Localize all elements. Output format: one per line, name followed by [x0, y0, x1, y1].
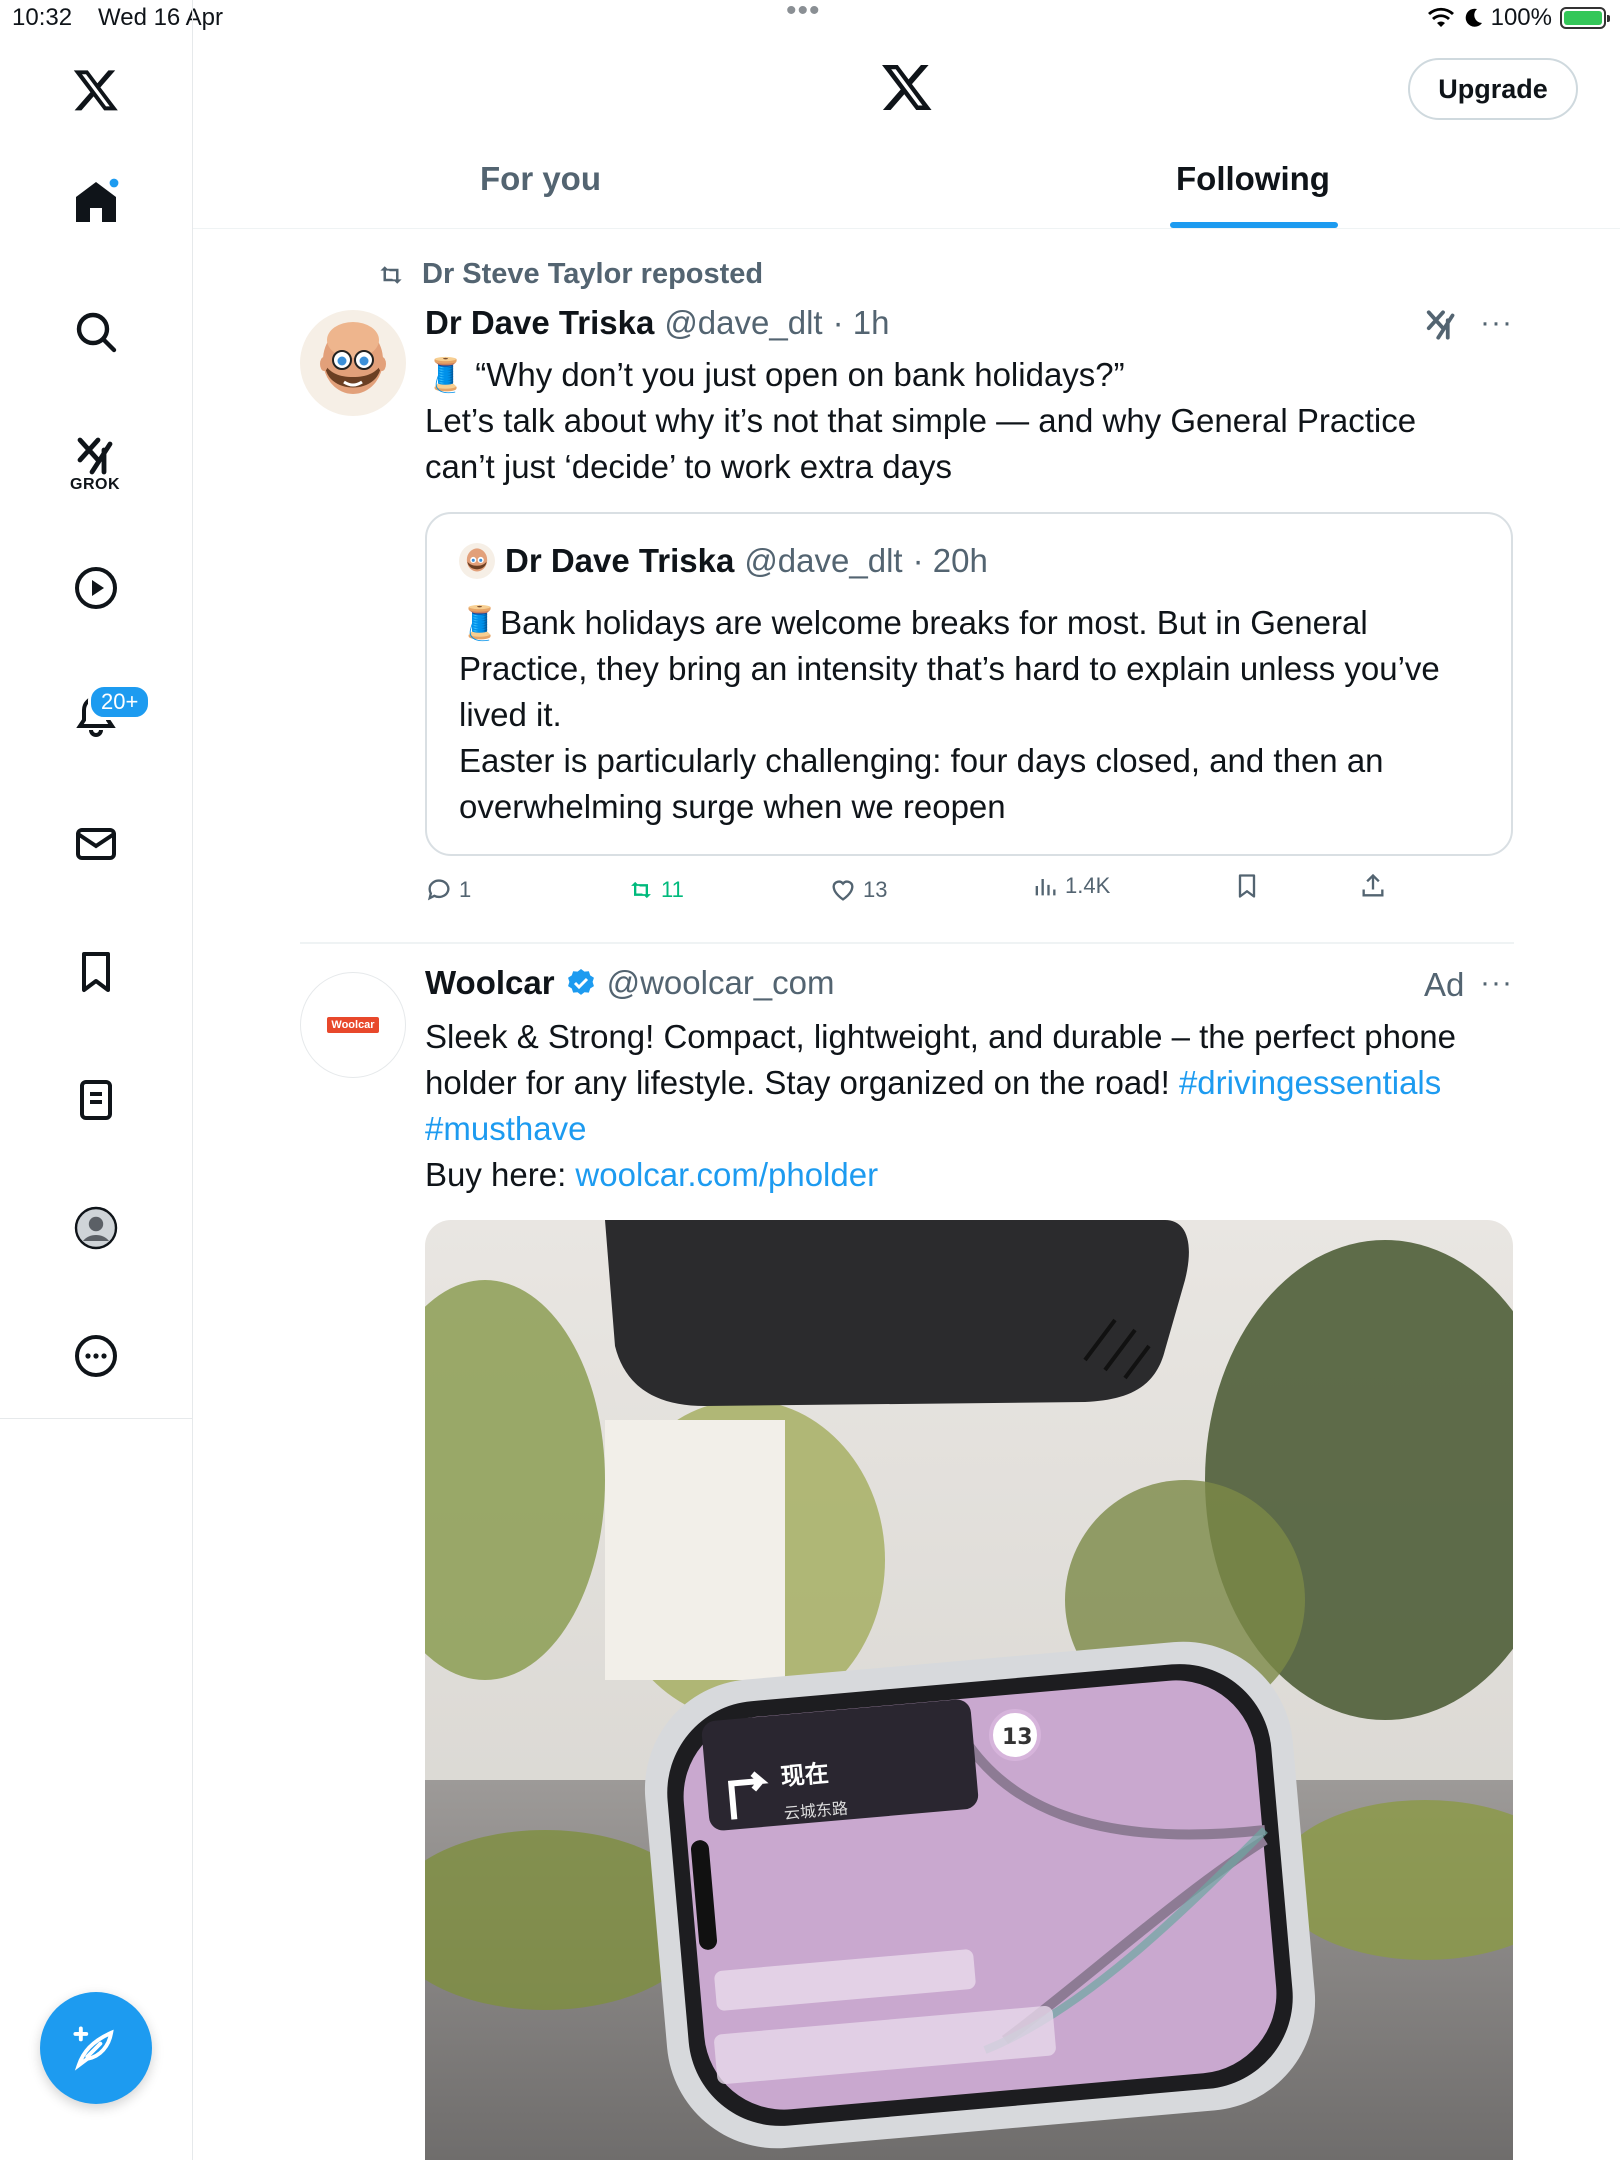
- grok-label: GROK: [70, 476, 120, 493]
- messages-icon[interactable]: [56, 804, 136, 884]
- ad-text-line: Buy here: woolcar.com/pholder: [425, 1152, 1515, 1198]
- advertiser-name[interactable]: Woolcar: [425, 964, 555, 1002]
- views-chart-icon: [1035, 879, 1056, 896]
- sidebar-nav: GROK 20+: [0, 0, 193, 2160]
- hashtag-link[interactable]: #musthave: [425, 1110, 586, 1147]
- ad-video-media[interactable]: 现在 云城东路 13: [425, 1220, 1513, 2160]
- status-indicators: 100%: [1427, 4, 1610, 32]
- quoted-author-handle: @dave_dlt: [744, 542, 903, 579]
- repost-label: Dr Steve Taylor reposted: [422, 258, 764, 290]
- wifi-icon: [1427, 7, 1454, 27]
- feather-plus-icon: [73, 2026, 114, 2071]
- like-button[interactable]: 13: [829, 876, 887, 904]
- quoted-text-line: overwhelming surge when we reopen: [459, 788, 1006, 825]
- lists-icon[interactable]: [56, 1060, 136, 1140]
- ad-text: Sleek & Strong! Compact, lightweight, an…: [425, 1014, 1515, 1198]
- nav-instruction-text: 现在: [780, 1759, 830, 1791]
- ad-text-segment: holder for any lifestyle. Stay organized…: [425, 1064, 1179, 1101]
- ad-url-link[interactable]: woolcar.com/pholder: [575, 1156, 878, 1193]
- grok-explain-icon[interactable]: [1424, 306, 1462, 349]
- status-bar: 10:32 Wed 16 Apr ••• 100%: [0, 0, 1620, 40]
- post-text-line: 🧵 “Why don’t you just open on bank holid…: [425, 356, 1125, 393]
- x-logo-icon[interactable]: [56, 50, 136, 130]
- quoted-text-line: Easter is particularly challenging: four…: [459, 742, 1384, 779]
- speed-indicator-text: 13: [1002, 1725, 1033, 1750]
- battery-icon: [1560, 7, 1610, 29]
- hashtag-link[interactable]: #drivingessentials: [1179, 1064, 1441, 1101]
- profile-avatar-icon[interactable]: [56, 1188, 136, 1268]
- heart-icon: [832, 880, 854, 901]
- post-text-line: can’t just ‘decide’ to work extra days: [425, 448, 953, 485]
- share-button[interactable]: [1359, 872, 1387, 900]
- tab-for-you[interactable]: For you: [480, 160, 601, 198]
- reply-button[interactable]: 1: [425, 876, 471, 904]
- video-icon[interactable]: [56, 548, 136, 628]
- ad-text-line: holder for any lifestyle. Stay organized…: [425, 1060, 1515, 1106]
- ad-header: Woolcar @woolcar_com: [425, 964, 835, 1002]
- ad-more-icon[interactable]: ···: [1480, 966, 1513, 1000]
- quoted-text-line: 🧵Bank holidays are welcome breaks for mo…: [459, 604, 1368, 641]
- battery-percent: 100%: [1490, 4, 1552, 31]
- like-count: 13: [863, 877, 888, 902]
- buy-prefix: Buy here:: [425, 1156, 576, 1193]
- author-avatar[interactable]: [300, 310, 406, 416]
- upgrade-button[interactable]: Upgrade: [1408, 58, 1578, 120]
- repost-icon: [380, 265, 402, 284]
- more-options-icon[interactable]: [56, 1316, 136, 1396]
- ad-text-line: Sleek & Strong! Compact, lightweight, an…: [425, 1018, 1456, 1055]
- ad-label: Ad: [1424, 966, 1465, 1003]
- quoted-post-text: 🧵Bank holidays are welcome breaks for mo…: [459, 600, 1489, 830]
- ad-text-line: #musthave: [425, 1106, 1515, 1152]
- moon-icon: [1465, 8, 1482, 27]
- repost-icon: [631, 881, 651, 899]
- quoted-text-line: lived it.: [459, 696, 562, 733]
- post-time[interactable]: · 1h: [833, 304, 890, 342]
- bookmarks-icon[interactable]: [56, 932, 136, 1012]
- reply-count: 1: [459, 877, 472, 902]
- sidebar-divider: [0, 1418, 192, 1419]
- verified-badge-icon: [567, 969, 594, 995]
- quoted-author-name: Dr Dave Triska: [505, 542, 735, 579]
- quoted-text-line: Practice, they bring an intensity that’s…: [459, 650, 1440, 687]
- header-divider: [193, 228, 1620, 229]
- repost-count: 11: [661, 877, 684, 902]
- quoted-post-card[interactable]: Dr Dave Triska @dave_dlt · 20h 🧵Bank hol…: [425, 512, 1513, 856]
- notifications-badge: 20+: [88, 684, 152, 720]
- bookmark-icon: [1238, 874, 1256, 898]
- post-text: 🧵 “Why don’t you just open on bank holid…: [425, 352, 1515, 490]
- quoted-post-time: · 20h: [912, 542, 988, 579]
- bookmark-button[interactable]: [1233, 872, 1261, 900]
- post-more-icon[interactable]: ···: [1480, 306, 1513, 340]
- woolcar-logo: Woolcar: [327, 1017, 379, 1033]
- view-count: 1.4K: [1065, 873, 1111, 898]
- repost-context[interactable]: Dr Steve Taylor reposted: [374, 258, 763, 291]
- x-logo-header-icon[interactable]: [878, 60, 936, 119]
- quoted-author-avatar: [459, 543, 495, 579]
- advertiser-handle[interactable]: @woolcar_com: [607, 964, 835, 1002]
- compose-post-button[interactable]: [40, 1992, 152, 2104]
- author-name[interactable]: Dr Dave Triska: [425, 304, 654, 342]
- ad-video-frame: 现在 云城东路 13: [425, 1220, 1513, 2160]
- post-header: Dr Dave Triska @dave_dlt · 1h: [425, 304, 889, 342]
- post-divider: [300, 942, 1514, 944]
- reply-icon: [427, 879, 450, 901]
- share-icon: [1362, 873, 1384, 897]
- tab-following[interactable]: Following: [1176, 160, 1330, 198]
- quoted-post-header: Dr Dave Triska @dave_dlt · 20h: [459, 542, 988, 580]
- search-icon[interactable]: [56, 292, 136, 372]
- advertiser-avatar[interactable]: Woolcar: [300, 972, 406, 1078]
- home-icon[interactable]: [56, 162, 136, 242]
- multitasking-dots[interactable]: •••: [786, 0, 821, 28]
- views-button[interactable]: 1.4K: [1031, 872, 1110, 900]
- post-text-line: Let’s talk about why it’s not that simpl…: [425, 402, 1417, 439]
- repost-button[interactable]: 11: [627, 876, 684, 904]
- author-handle[interactable]: @dave_dlt: [664, 304, 822, 342]
- post-actions-bar: 1 11 13 1.4K: [425, 873, 1465, 916]
